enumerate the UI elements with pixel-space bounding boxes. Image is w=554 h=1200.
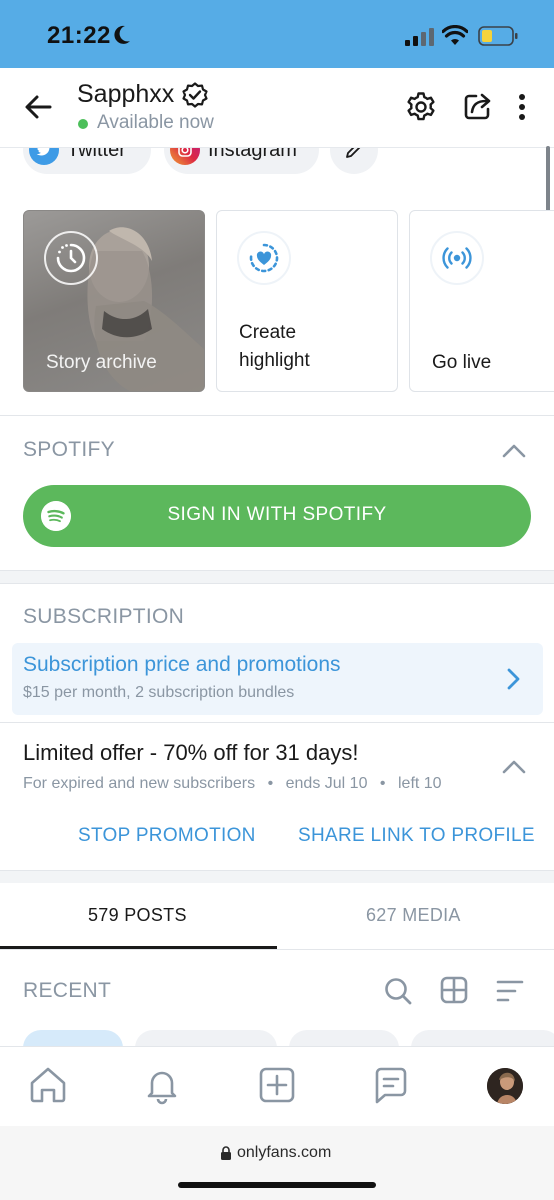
twitter-icon: [29, 148, 59, 165]
pencil-icon: [346, 148, 361, 158]
recent-section-title: RECENT: [23, 979, 112, 1002]
offer-audience: For expired and new subscribers: [23, 775, 256, 792]
section-gap: [0, 571, 554, 583]
subscription-row-title: Subscription price and promotions: [23, 653, 341, 676]
profile-header: Sapphxx Available now: [0, 68, 554, 148]
tab-media[interactable]: 627 MEDIA: [366, 905, 461, 926]
spotify-signin-button[interactable]: SIGN IN WITH SPOTIFY: [23, 485, 531, 547]
notifications-bell-icon[interactable]: [142, 1065, 182, 1105]
create-highlight-card[interactable]: Create highlight: [216, 210, 398, 392]
spotify-button-label: SIGN IN WITH SPOTIFY: [167, 504, 387, 525]
moon-icon: [112, 24, 132, 52]
home-indicator[interactable]: [178, 1182, 376, 1188]
twitter-label: Twitter: [67, 148, 126, 161]
battery-icon: [478, 26, 518, 46]
online-indicator: [78, 119, 88, 129]
browser-url-bar[interactable]: onlyfans.com: [0, 1126, 554, 1200]
back-arrow-icon[interactable]: [22, 90, 56, 124]
edit-links-button[interactable]: [330, 148, 378, 174]
spotify-section-title: SPOTIFY: [23, 438, 115, 461]
cell-signal-icon: [405, 28, 434, 46]
subscription-price-row[interactable]: Subscription price and promotions $15 pe…: [12, 643, 543, 715]
bottom-navigation: [0, 1046, 554, 1126]
separator-dot: •: [267, 775, 274, 792]
instagram-icon: [170, 148, 200, 165]
section-gap: [0, 871, 554, 883]
lock-icon: [221, 1146, 231, 1160]
divider: [0, 949, 554, 950]
social-links-row: Twitter Instagram: [0, 148, 554, 178]
offer-end-date: ends Jul 10: [285, 775, 368, 792]
divider: [0, 722, 554, 723]
search-icon[interactable]: [383, 976, 413, 1006]
sort-icon[interactable]: [496, 978, 524, 1004]
avatar-image: [487, 1068, 523, 1104]
share-profile-link-button[interactable]: SHARE LINK TO PROFILE: [298, 825, 535, 847]
highlight-heart-icon: [237, 231, 291, 285]
add-post-icon[interactable]: [257, 1065, 297, 1105]
offer-remaining: left 10: [397, 775, 442, 792]
history-icon: [44, 231, 98, 285]
divider: [0, 583, 554, 584]
stop-promotion-button[interactable]: STOP PROMOTION: [78, 825, 256, 847]
offer-title: Limited offer - 70% off for 31 days!: [23, 740, 359, 765]
story-archive-label: Story archive: [46, 352, 157, 373]
wifi-icon: [442, 25, 468, 45]
go-live-card[interactable]: Go live: [409, 210, 554, 392]
grid-view-icon[interactable]: [440, 976, 468, 1004]
share-icon[interactable]: [462, 90, 494, 122]
messages-icon[interactable]: [371, 1065, 411, 1105]
more-options-icon[interactable]: [510, 91, 534, 123]
instagram-label: Instagram: [208, 148, 297, 161]
story-archive-card[interactable]: Story archive: [23, 210, 205, 392]
separator-dot: •: [379, 775, 386, 792]
profile-name[interactable]: Sapphxx: [77, 80, 174, 109]
home-icon[interactable]: [28, 1065, 68, 1105]
create-highlight-label: Create highlight: [239, 322, 310, 371]
chevron-up-icon[interactable]: [501, 441, 527, 461]
availability-status[interactable]: Available now: [97, 112, 214, 134]
subscription-section-title: SUBSCRIPTION: [23, 605, 185, 628]
tab-posts[interactable]: 579 POSTS: [88, 905, 187, 926]
instagram-chip[interactable]: Instagram: [164, 148, 319, 174]
subscription-row-description: $15 per month, 2 subscription bundles: [23, 684, 295, 701]
go-live-label: Go live: [432, 352, 492, 373]
verified-badge-icon: [182, 82, 208, 108]
clock: 21:22: [47, 22, 111, 49]
twitter-chip[interactable]: Twitter: [23, 148, 151, 174]
url-text[interactable]: onlyfans.com: [237, 1144, 331, 1162]
status-bar: 21:22: [0, 0, 554, 68]
chevron-right-icon: [507, 668, 520, 690]
broadcast-icon: [430, 231, 484, 285]
profile-avatar[interactable]: [487, 1068, 523, 1104]
gear-icon[interactable]: [405, 91, 437, 123]
chevron-up-icon[interactable]: [501, 757, 527, 777]
offer-meta: For expired and new subscribers • ends J…: [23, 775, 442, 793]
divider: [0, 415, 554, 416]
